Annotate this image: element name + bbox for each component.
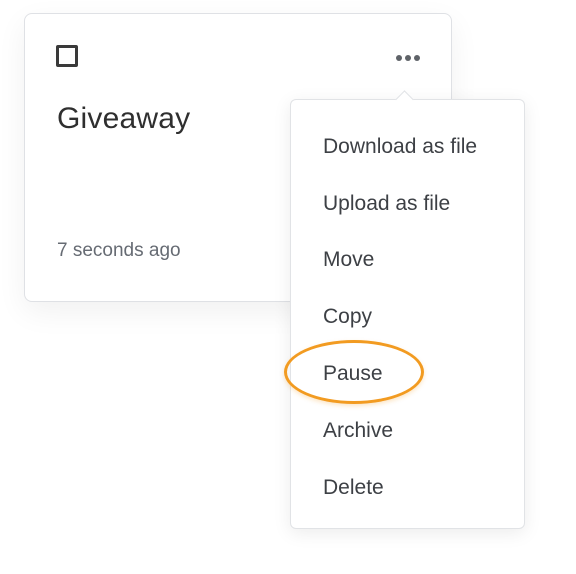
menu-item-pause[interactable]: Pause [323,363,383,384]
more-options-button[interactable] [391,48,425,68]
options-menu: Download as file Upload as file Move Cop… [290,90,525,529]
select-checkbox[interactable] [56,45,78,67]
menu-item-delete[interactable]: Delete [323,477,384,498]
card-title: Giveaway [57,102,191,135]
menu-item-copy[interactable]: Copy [323,306,372,327]
menu-item-move[interactable]: Move [323,249,374,270]
card-timestamp: 7 seconds ago [57,240,181,261]
stage: Giveaway 7 seconds ago Download as file … [0,0,576,574]
ellipsis-horizontal-icon [391,48,425,68]
menu-item-archive[interactable]: Archive [323,420,393,441]
menu-item-download-as-file[interactable]: Download as file [323,136,477,157]
menu-item-upload-as-file[interactable]: Upload as file [323,193,450,214]
